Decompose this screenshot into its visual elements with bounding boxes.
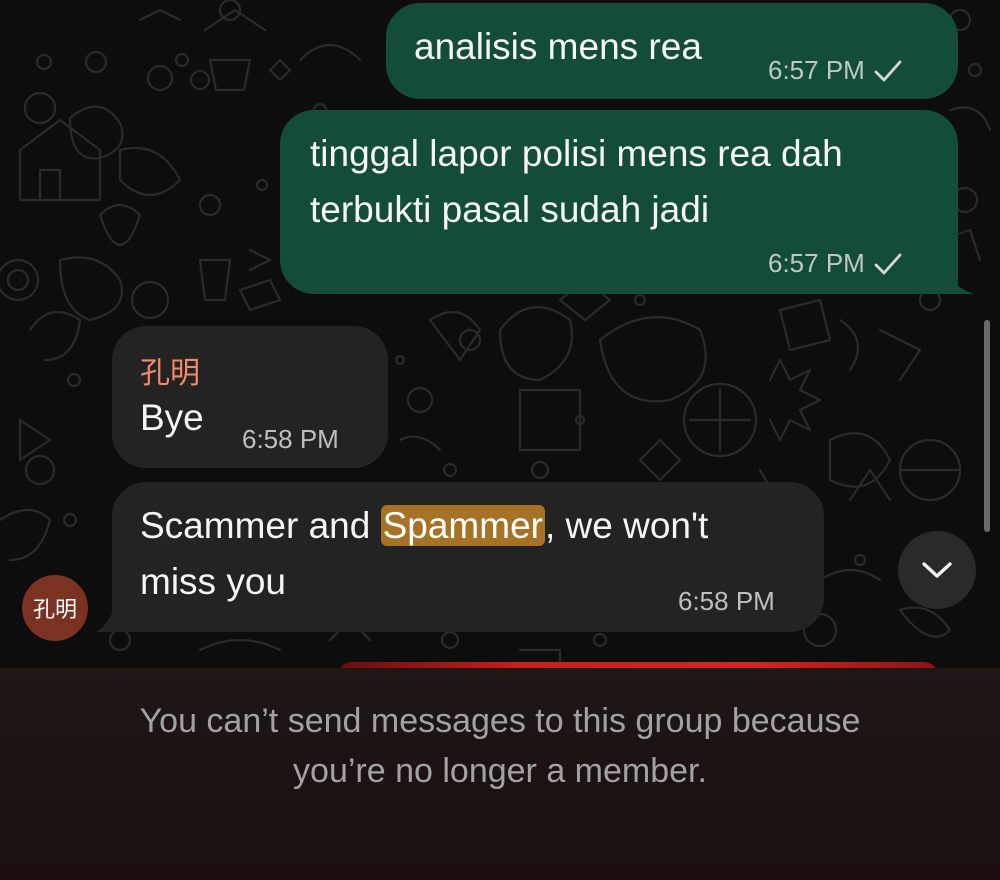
message-meta: 6:57 PM	[768, 248, 903, 279]
message-meta: 6:57 PM	[768, 55, 903, 86]
check-icon	[874, 253, 902, 274]
sender-name[interactable]: 孔明	[140, 348, 200, 392]
message-timestamp: 6:57 PM	[768, 55, 865, 85]
input-disabled-banner: You can’t send messages to this group be…	[0, 668, 1000, 880]
incoming-message-bubble[interactable]: Scammer and Spammer, we won't miss you 6…	[112, 482, 824, 632]
message-text: tinggal lapor polisi mens rea dah terbuk…	[310, 133, 843, 230]
not-member-notice: You can’t send messages to this group be…	[139, 702, 861, 790]
message-text: Scammer and Spammer, we won't miss you	[140, 498, 708, 610]
message-timestamp: 6:58 PM	[242, 424, 339, 454]
message-text-segment: Scammer and	[140, 505, 381, 546]
avatar[interactable]: 孔明	[22, 575, 88, 641]
bubble-tail	[96, 602, 116, 632]
message-text: analisis mens rea	[414, 26, 702, 67]
outgoing-message-bubble[interactable]: tinggal lapor polisi mens rea dah terbuk…	[280, 110, 958, 294]
message-text: Bye	[140, 397, 204, 438]
message-timestamp: 6:58 PM	[678, 586, 775, 616]
incoming-message-bubble[interactable]: 孔明 Bye 6:58 PM	[112, 326, 388, 468]
check-icon	[874, 60, 902, 81]
chevron-down-icon	[922, 562, 952, 578]
scroll-to-bottom-button[interactable]	[898, 531, 976, 609]
scrollbar[interactable]	[984, 320, 990, 532]
bubble-tail	[940, 262, 974, 294]
outgoing-message-bubble[interactable]: analisis mens rea 6:57 PM	[386, 3, 958, 99]
chat-area: analisis mens rea 6:57 PM tinggal lapor …	[0, 0, 1000, 668]
message-timestamp: 6:57 PM	[768, 248, 865, 278]
search-highlight: Spammer	[380, 505, 545, 546]
